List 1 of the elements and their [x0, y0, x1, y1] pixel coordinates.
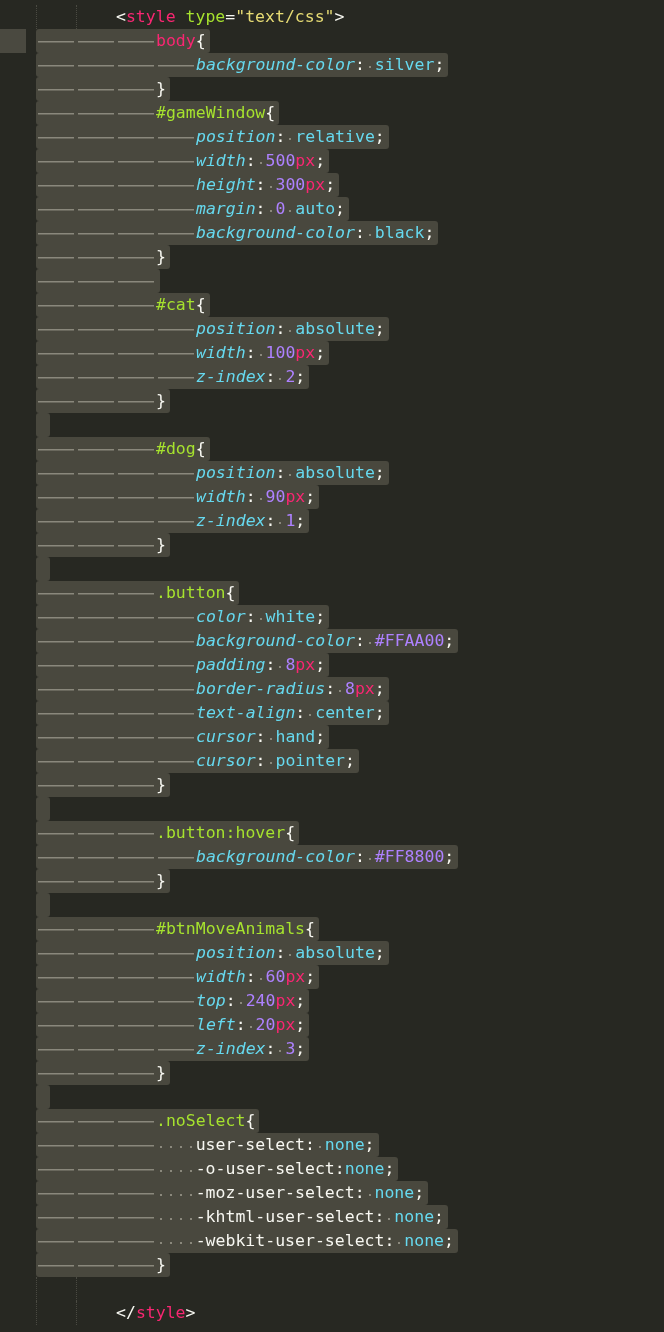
code-line: </style> [36, 1301, 200, 1325]
